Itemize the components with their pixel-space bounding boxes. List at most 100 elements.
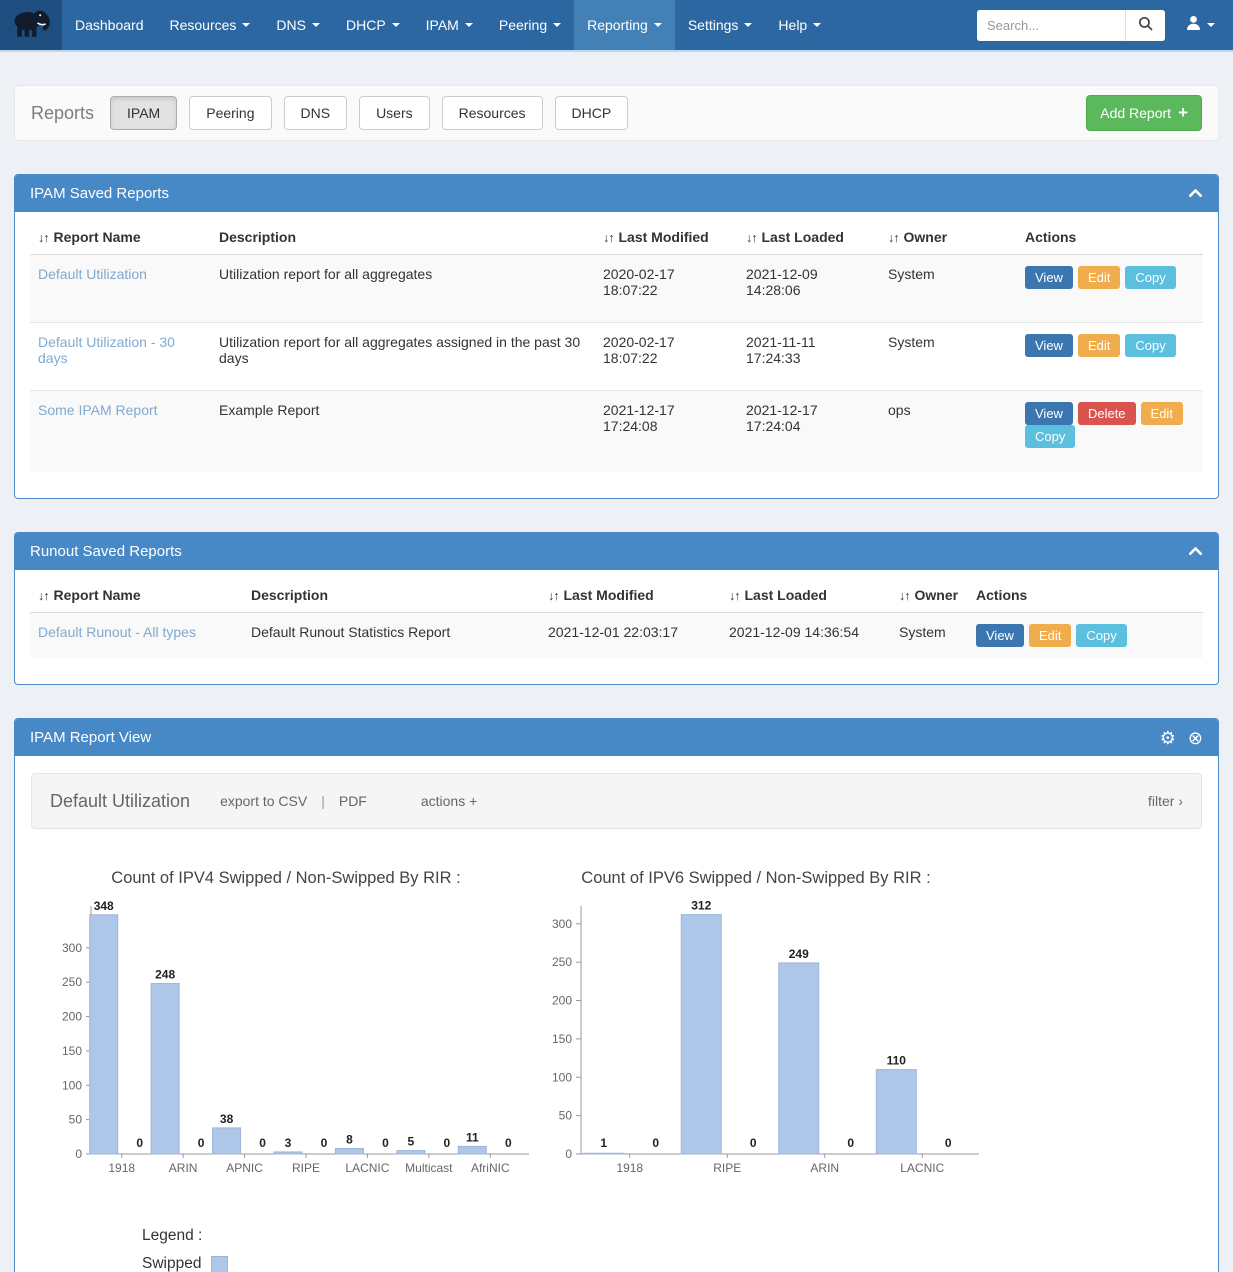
- column-label: Report Name: [54, 229, 141, 245]
- edit-button[interactable]: Edit: [1078, 266, 1120, 289]
- tab-dns[interactable]: DNS: [284, 96, 348, 130]
- nav-item-label: Resources: [170, 17, 237, 33]
- user-menu[interactable]: [1177, 15, 1223, 36]
- column-header-last-loaded[interactable]: ↓↑Last Loaded: [721, 576, 891, 613]
- nav-item-help[interactable]: Help: [765, 0, 834, 50]
- actions-cell: ViewDeleteEdit Copy: [1017, 391, 1203, 473]
- copy-button[interactable]: Copy: [1125, 266, 1175, 289]
- nav-item-label: DNS: [276, 17, 306, 33]
- nav-item-dashboard[interactable]: Dashboard: [62, 0, 157, 50]
- svg-text:249: 249: [789, 947, 809, 961]
- ipam-report-view-header: IPAM Report View ⚙ ⊗: [15, 719, 1218, 756]
- search-button[interactable]: [1125, 10, 1165, 41]
- brand-logo[interactable]: [0, 0, 62, 50]
- view-button[interactable]: View: [1025, 266, 1073, 289]
- sort-arrows-icon: ↓↑: [603, 231, 614, 245]
- svg-text:0: 0: [259, 1136, 266, 1150]
- svg-text:AfriNIC: AfriNIC: [471, 1161, 510, 1175]
- report-name-cell: Some IPAM Report: [30, 391, 211, 473]
- svg-text:RIPE: RIPE: [292, 1161, 320, 1175]
- main-nav: Dashboard Resources DNS DHCPIPAMPeeringRepo…: [62, 0, 834, 50]
- chevron-up-icon[interactable]: [1188, 547, 1203, 556]
- copy-button[interactable]: Copy: [1125, 334, 1175, 357]
- export-pdf-link[interactable]: PDF: [339, 793, 367, 809]
- tab-ipam[interactable]: IPAM: [110, 96, 177, 130]
- report-name-link[interactable]: Default Utilization - 30 days: [38, 334, 175, 366]
- copy-button[interactable]: Copy: [1025, 425, 1075, 448]
- svg-text:ARIN: ARIN: [169, 1161, 198, 1175]
- ipv6-chart: 050100150200250300191810RIPE3120ARIN2490…: [531, 892, 981, 1197]
- edit-button[interactable]: Edit: [1141, 402, 1183, 425]
- view-button[interactable]: View: [1025, 402, 1073, 425]
- tab-users[interactable]: Users: [359, 96, 430, 130]
- column-header-last-modified[interactable]: ↓↑Last Modified: [540, 576, 721, 613]
- column-header-report-name[interactable]: ↓↑Report Name: [30, 218, 211, 255]
- actions-menu[interactable]: actions +: [421, 793, 477, 809]
- last-modified: 2020-02-17 18:07:22: [595, 255, 738, 323]
- ipam-saved-reports-body: ↓↑Report NameDescription↓↑Last Modified↓…: [15, 218, 1218, 498]
- add-report-button[interactable]: Add Report +: [1086, 95, 1202, 131]
- add-report-label: Add Report: [1100, 105, 1171, 121]
- column-label: Description: [251, 587, 328, 603]
- page-content: Reports IPAM Peering DNS Users Resources DHCP…: [0, 85, 1233, 1272]
- sort-arrows-icon: ↓↑: [38, 589, 49, 603]
- svg-text:0: 0: [198, 1136, 205, 1150]
- filter-toggle[interactable]: filter ›: [1148, 793, 1183, 809]
- nav-item-resources[interactable]: Resources: [157, 0, 264, 50]
- last-modified: 2021-12-01 22:03:17: [540, 613, 721, 659]
- caret-down-icon: [312, 23, 320, 27]
- column-header-owner[interactable]: ↓↑Owner: [880, 218, 1017, 255]
- nav-item-ipam[interactable]: IPAM: [413, 0, 486, 50]
- view-button[interactable]: View: [1025, 334, 1073, 357]
- report-description: Utilization report for all aggregates: [211, 255, 595, 323]
- actions-cell: ViewEditCopy: [1017, 255, 1203, 323]
- edit-button[interactable]: Edit: [1029, 624, 1071, 647]
- column-header-owner[interactable]: ↓↑Owner: [891, 576, 968, 613]
- reports-title: Reports: [31, 103, 94, 124]
- report-name-link[interactable]: Default Utilization: [38, 266, 147, 282]
- caret-down-icon: [1207, 23, 1215, 27]
- nav-item-dhcp[interactable]: DHCP: [333, 0, 413, 50]
- copy-button[interactable]: Copy: [1076, 624, 1126, 647]
- nav-item-peering[interactable]: Peering: [486, 0, 574, 50]
- caret-down-icon: [813, 23, 821, 27]
- ipv4-chart: 05010015020025030019183480ARIN2480APNIC3…: [41, 892, 531, 1197]
- view-button[interactable]: View: [976, 624, 1024, 647]
- column-label: Description: [219, 229, 296, 245]
- report-description: Utilization report for all aggregates as…: [211, 323, 595, 391]
- caret-down-icon: [392, 23, 400, 27]
- circle-x-icon[interactable]: ⊗: [1188, 729, 1203, 747]
- person-icon: [1185, 15, 1202, 36]
- reports-toolbar: Reports IPAM Peering DNS Users Resources DHCP…: [14, 85, 1219, 141]
- tab-dhcp[interactable]: DHCP: [555, 96, 629, 130]
- report-name-link[interactable]: Some IPAM Report: [38, 402, 158, 418]
- report-name-link[interactable]: Default Runout - All types: [38, 624, 196, 640]
- legend-swatch-swipped: [211, 1256, 228, 1272]
- nav-item-reporting[interactable]: Reporting: [574, 0, 675, 50]
- delete-button[interactable]: Delete: [1078, 402, 1136, 425]
- column-header-report-name[interactable]: ↓↑Report Name: [30, 576, 243, 613]
- report-type-tabs: IPAM Peering DNS Users Resources DHCP: [98, 96, 628, 130]
- svg-text:0: 0: [750, 1136, 757, 1150]
- runout-saved-reports-body: ↓↑Report NameDescription↓↑Last Modified↓…: [15, 576, 1218, 684]
- tab-peering[interactable]: Peering: [189, 96, 271, 130]
- chart-legend: Legend : SwippedNon-Swipped: [142, 1227, 1218, 1272]
- chevron-up-icon[interactable]: [1188, 189, 1203, 198]
- edit-button[interactable]: Edit: [1078, 334, 1120, 357]
- caret-down-icon: [553, 23, 561, 27]
- tab-resources[interactable]: Resources: [442, 96, 543, 130]
- nav-item-label: Dashboard: [75, 17, 144, 33]
- column-header-last-loaded[interactable]: ↓↑Last Loaded: [738, 218, 880, 255]
- svg-text:LACNIC: LACNIC: [900, 1161, 944, 1175]
- export-csv-link[interactable]: export to CSV: [220, 793, 307, 809]
- gear-icon[interactable]: ⚙: [1160, 729, 1176, 747]
- report-description: Example Report: [211, 391, 595, 473]
- column-header-last-modified[interactable]: ↓↑Last Modified: [595, 218, 738, 255]
- nav-item-settings[interactable]: Settings: [675, 0, 766, 50]
- svg-text:0: 0: [382, 1136, 389, 1150]
- top-navbar: Dashboard Resources DNS DHCPIPAMPeeringRepo…: [0, 0, 1233, 52]
- search-input[interactable]: [977, 10, 1125, 41]
- report-description: Default Runout Statistics Report: [243, 613, 540, 659]
- column-header-actions: Actions: [968, 576, 1203, 613]
- nav-item-dns[interactable]: DNS: [263, 0, 333, 50]
